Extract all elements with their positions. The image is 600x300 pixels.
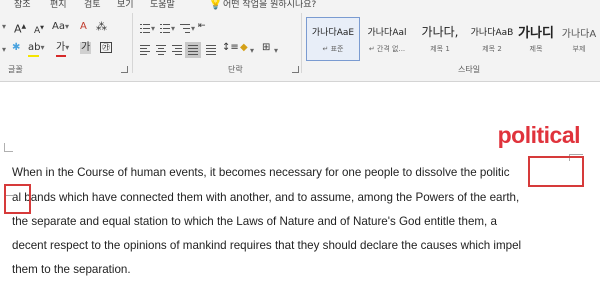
highlight-box-al xyxy=(4,184,31,214)
numbering-icon[interactable] xyxy=(160,24,170,33)
style-sample: 가나다, xyxy=(421,25,459,39)
document-line[interactable]: al bands which have connected them with … xyxy=(12,191,519,204)
multilevel-list-icon[interactable] xyxy=(180,24,190,33)
numbering-dropdown-icon[interactable]: ▾ xyxy=(171,23,175,35)
change-case-button[interactable]: Aa▾ xyxy=(52,21,69,33)
style-sample: 가나다AaB xyxy=(470,28,514,38)
font-group-label: 글꼴 xyxy=(8,65,23,74)
document-page[interactable]: political When in the Course of human ev… xyxy=(0,82,600,300)
multilevel-dropdown-icon[interactable]: ▾ xyxy=(191,23,195,35)
style-subtitle[interactable]: 가나다A 부제 xyxy=(558,18,600,60)
style-name: 제목 xyxy=(529,45,543,53)
style-name: 제목 1 xyxy=(430,45,450,53)
style-name: 부제 xyxy=(572,45,586,53)
tab-references[interactable]: 참조 xyxy=(14,0,31,10)
align-right-icon[interactable] xyxy=(172,45,182,55)
highlight-color-swatch xyxy=(28,55,39,57)
align-left-icon[interactable] xyxy=(140,45,150,55)
decrease-indent-icon[interactable]: ⇤ xyxy=(198,20,206,32)
text-highlight-button[interactable]: ab▾ xyxy=(28,42,45,54)
style-title[interactable]: 가나디 제목 xyxy=(514,18,558,60)
group-divider xyxy=(301,13,302,73)
justify-icon xyxy=(188,45,198,55)
bullets-icon[interactable] xyxy=(140,24,150,33)
style-name: ↵ 표준 xyxy=(322,45,344,53)
shrink-font-button[interactable]: A▼ xyxy=(34,22,44,37)
document-line[interactable]: When in the Course of human events, it b… xyxy=(12,166,510,179)
align-center-icon[interactable] xyxy=(156,45,166,55)
document-line[interactable]: the separate and equal station to which … xyxy=(12,215,497,228)
phonetic-guide-icon[interactable]: ⁂ xyxy=(96,21,107,33)
font-color-button[interactable]: 가▾ xyxy=(56,42,69,54)
clear-formatting-icon[interactable]: A xyxy=(80,21,87,33)
character-shading-button[interactable]: 가 xyxy=(80,42,92,54)
font-color-swatch xyxy=(56,55,66,57)
text-effects-icon[interactable]: ✱ xyxy=(12,42,20,54)
style-heading-1[interactable]: 가나다, 제목 1 xyxy=(414,18,466,60)
justify-button[interactable] xyxy=(185,42,201,58)
distributed-icon[interactable] xyxy=(206,45,216,55)
highlight-box-politic xyxy=(528,156,584,187)
tab-review[interactable]: 검토 xyxy=(84,0,101,10)
lightbulb-icon[interactable]: 💡 xyxy=(208,0,223,10)
borders-icon[interactable]: ⊞ xyxy=(262,42,270,54)
tab-view[interactable]: 보기 xyxy=(117,0,134,10)
shading-icon[interactable]: ◆ xyxy=(240,42,248,54)
political-callout: political xyxy=(497,122,581,148)
paragraph-dialog-launcher-icon[interactable] xyxy=(292,66,299,73)
paragraph-group-label: 단락 xyxy=(228,65,243,74)
margin-corner-mark xyxy=(4,143,13,152)
style-name: ↵ 간격 없... xyxy=(368,45,406,53)
style-sample: 가나다AaE xyxy=(311,28,355,38)
document-line[interactable]: decent respect to the opinions of mankin… xyxy=(12,239,521,252)
right-margin-tick xyxy=(569,154,583,155)
bullets-dropdown-icon[interactable]: ▾ xyxy=(151,23,155,35)
enclose-characters-icon[interactable]: ㉮ xyxy=(100,42,112,53)
style-no-spacing[interactable]: 가나다Aal ↵ 간격 없... xyxy=(361,18,413,60)
shading-dropdown-icon[interactable]: ▾ xyxy=(250,45,254,57)
ribbon-tab-bar: 참조 편지 검토 보기 도움말 💡 어떤 작업을 원하시나요? xyxy=(0,0,600,11)
style-heading-2[interactable]: 가나다AaB 제목 2 xyxy=(466,18,518,60)
style-sample: 가나디 xyxy=(518,26,554,41)
style-normal[interactable]: 가나다AaE ↵ 표준 xyxy=(306,17,360,61)
tell-me-search[interactable]: 어떤 작업을 원하시나요? xyxy=(223,0,316,10)
tab-help[interactable]: 도움말 xyxy=(150,0,175,10)
ribbon: ▾ A▲ A▼ Aa▾ A ⁂ ▾ ✱ ab▾ 가▾ 가 ㉮ 글꼴 ▾ ▾ ▾ … xyxy=(0,11,600,82)
line-spacing-icon[interactable]: ↕≡ xyxy=(222,42,239,54)
document-canvas: political When in the Course of human ev… xyxy=(0,82,600,300)
style-sample: 가나다Aal xyxy=(367,28,407,38)
font-dialog-launcher-icon[interactable] xyxy=(121,66,128,73)
superscript-arrow[interactable]: ▾ xyxy=(2,44,6,56)
styles-group-label: 스타일 xyxy=(458,65,481,74)
borders-dropdown-icon[interactable]: ▾ xyxy=(274,45,278,57)
style-sample: 가나다A xyxy=(561,29,597,40)
group-divider xyxy=(132,13,133,73)
grow-font-button[interactable]: A▲ xyxy=(14,21,26,36)
style-name: 제목 2 xyxy=(482,45,502,53)
font-size-dropdown-arrow[interactable]: ▾ xyxy=(2,21,6,33)
document-line[interactable]: them to the separation. xyxy=(12,263,131,276)
tab-mailings[interactable]: 편지 xyxy=(50,0,67,10)
